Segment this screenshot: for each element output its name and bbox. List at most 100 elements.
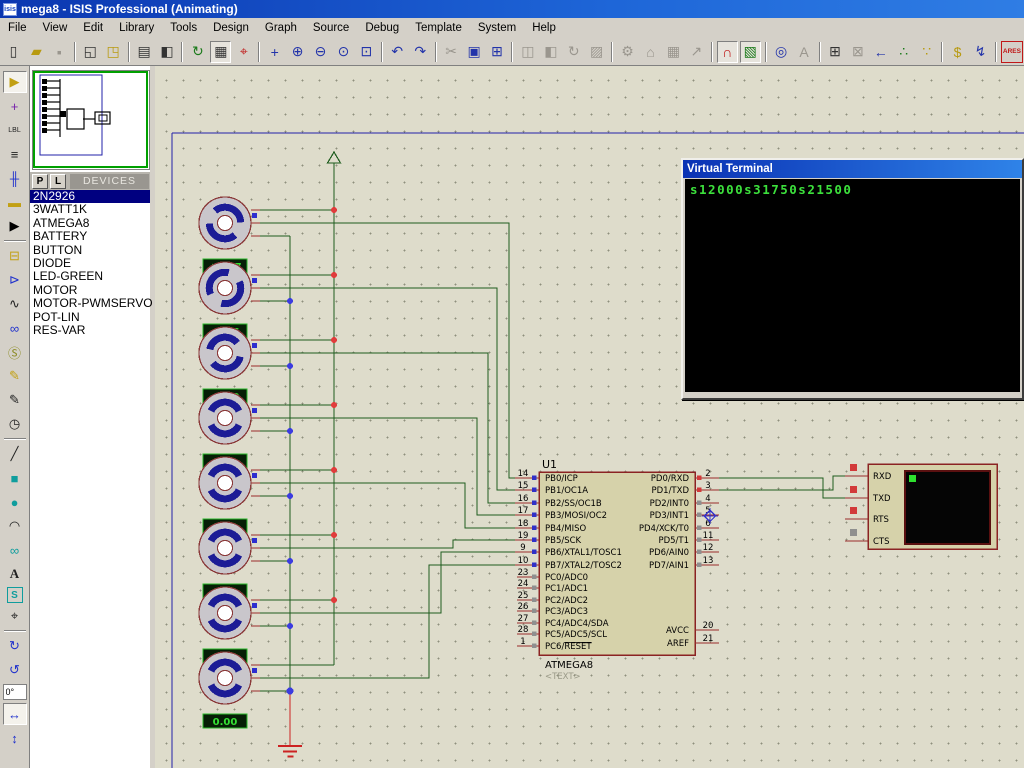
pick-devices-button[interactable]: P [32, 174, 48, 189]
2d-symbol-mode-button[interactable]: S [7, 587, 23, 603]
remove-sheet-button[interactable]: ⊠ [847, 41, 868, 63]
cut-button[interactable]: ✂ [441, 41, 462, 63]
zoom-out-button[interactable]: ⊖ [310, 41, 331, 63]
menu-design[interactable]: Design [205, 20, 257, 36]
power-rail[interactable] [328, 152, 341, 665]
2d-box-mode-button[interactable]: ■ [3, 467, 27, 489]
decompose-button[interactable]: ↗ [686, 41, 707, 63]
pan-button[interactable]: + [264, 41, 285, 63]
block-rotate-button[interactable]: ↻ [563, 41, 584, 63]
menu-help[interactable]: Help [524, 20, 564, 36]
servo-motor-2[interactable]: -49.6 [199, 262, 260, 338]
2d-text-mode-button[interactable]: A [3, 563, 27, 585]
junction-dot-mode-button[interactable]: + [3, 95, 27, 117]
virtual-terminal-component[interactable]: RXD TXD RTS CTS [845, 464, 997, 549]
library-button[interactable]: L [50, 174, 66, 189]
block-delete-button[interactable]: ▨ [586, 41, 607, 63]
device-item-pot-lin[interactable]: POT-LIN [30, 311, 150, 324]
refresh-display-button[interactable]: ↻ [187, 41, 208, 63]
device-item-motor[interactable]: MOTOR [30, 284, 150, 297]
2d-circle-mode-button[interactable]: ● [3, 491, 27, 513]
overview-minimap[interactable] [32, 70, 150, 170]
bill-of-materials-button[interactable]: $ [947, 41, 968, 63]
2d-arc-mode-button[interactable]: ◠ [3, 515, 27, 537]
graph-mode-button[interactable]: ∿ [3, 293, 27, 315]
undo-button[interactable]: ↶ [387, 41, 408, 63]
instant-edit-mode-button[interactable]: ▶ [3, 215, 27, 237]
servo-motor-5[interactable]: 0.00 [199, 457, 260, 533]
virtual-instrument-mode-button[interactable]: ◷ [3, 413, 27, 435]
zoom-in-button[interactable]: ⊕ [287, 41, 308, 63]
device-item-diode[interactable]: DIODE [30, 257, 150, 270]
realtime-annotation-button[interactable]: ∩ [717, 41, 738, 63]
redo-button[interactable]: ↷ [410, 41, 431, 63]
tape-recorder-mode-button[interactable]: ∞ [3, 317, 27, 339]
rotation-angle-field[interactable] [3, 684, 27, 700]
wire-autorouter-button[interactable]: ▧ [740, 41, 761, 63]
marker-mode-button[interactable]: ⌖ [3, 605, 27, 627]
menu-view[interactable]: View [35, 20, 76, 36]
device-item-motor-pwmservo[interactable]: MOTOR-PWMSERVO [30, 297, 150, 310]
property-assignment-button[interactable]: A [794, 41, 815, 63]
generator-mode-button[interactable]: Ⓢ [3, 341, 27, 363]
block-copy-button[interactable]: ◫ [517, 41, 538, 63]
device-item-res-var[interactable]: RES-VAR [30, 324, 150, 337]
mirror-x-button[interactable]: ↔ [3, 703, 27, 725]
goto-sheet-button[interactable]: ← [870, 41, 891, 63]
menu-template[interactable]: Template [407, 20, 470, 36]
rotate-cw-button[interactable]: ↻ [3, 635, 27, 657]
bus-mode-button[interactable]: ╫ [3, 167, 27, 189]
menu-graph[interactable]: Graph [257, 20, 305, 36]
current-probe-mode-button[interactable]: ✎ [3, 389, 27, 411]
servo-motor-7[interactable]: 0.00 [199, 587, 260, 663]
servo-motor-4[interactable]: 0.00 [199, 392, 260, 468]
mirror-y-button[interactable]: ↕ [3, 727, 27, 749]
device-item-button[interactable]: BUTTON [30, 244, 150, 257]
exit-to-parent-button[interactable]: ∵ [916, 41, 937, 63]
save-file-button[interactable]: ▪ [49, 41, 70, 63]
copy-button[interactable]: ▣ [464, 41, 485, 63]
packaging-tool-button[interactable]: ▦ [663, 41, 684, 63]
subcircuit-mode-button[interactable]: ▬ [3, 191, 27, 213]
virtual-terminal-screen[interactable]: s12000s31750s21500 [685, 179, 1020, 392]
2d-line-mode-button[interactable]: ╱ [3, 443, 27, 465]
zoom-all-button[interactable]: ⊙ [333, 41, 354, 63]
device-item-led-green[interactable]: LED-GREEN [30, 270, 150, 283]
text-script-mode-button[interactable]: ≡ [3, 143, 27, 165]
menu-file[interactable]: File [0, 20, 35, 36]
mark-output-area-button[interactable]: ◧ [157, 41, 178, 63]
device-item-atmega8[interactable]: ATMEGA8 [30, 217, 150, 230]
print-button[interactable]: ▤ [134, 41, 155, 63]
make-device-button[interactable]: ⌂ [640, 41, 661, 63]
device-item-battery[interactable]: BATTERY [30, 230, 150, 243]
electrical-rule-check-button[interactable]: ↯ [970, 41, 991, 63]
component-mode-button[interactable]: ▶ [3, 71, 27, 93]
servo-motor-1[interactable]: +23.7 [199, 197, 260, 273]
virtual-terminal-window[interactable]: Virtual Terminal s12000s31750s21500 [681, 158, 1024, 400]
menu-source[interactable]: Source [305, 20, 357, 36]
menu-tools[interactable]: Tools [162, 20, 205, 36]
false-origin-button[interactable]: ⌖ [233, 41, 254, 63]
netlist-to-ares-button[interactable]: ARES [1001, 41, 1023, 63]
zoom-to-child-button[interactable]: ∴ [893, 41, 914, 63]
new-sheet-button[interactable]: ⊞ [825, 41, 846, 63]
menu-edit[interactable]: Edit [75, 20, 111, 36]
menu-debug[interactable]: Debug [357, 20, 407, 36]
voltage-probe-mode-button[interactable]: ✎ [3, 365, 27, 387]
device-item-2n2926[interactable]: 2N2926 [30, 190, 150, 203]
paste-button[interactable]: ⊞ [487, 41, 508, 63]
servo-motor-6[interactable]: 0.00 [199, 522, 260, 598]
menu-library[interactable]: Library [111, 20, 162, 36]
new-file-button[interactable]: ▯ [3, 41, 24, 63]
servo-motor-3[interactable]: -13.0 [199, 327, 260, 403]
block-move-button[interactable]: ◧ [540, 41, 561, 63]
device-item-3watt1k[interactable]: 3WATT1K [30, 203, 150, 216]
servo-motor-8[interactable]: 0.00 [199, 652, 260, 728]
2d-path-mode-button[interactable]: ∞ [3, 539, 27, 561]
search-component-button[interactable]: ◎ [771, 41, 792, 63]
rotate-ccw-button[interactable]: ↺ [3, 659, 27, 681]
toggle-grid-button[interactable]: ▦ [210, 41, 231, 63]
virtual-terminal-titlebar[interactable]: Virtual Terminal [683, 160, 1022, 178]
pick-device-button[interactable]: ⚙ [617, 41, 638, 63]
open-folder-button[interactable]: ▰ [26, 41, 47, 63]
